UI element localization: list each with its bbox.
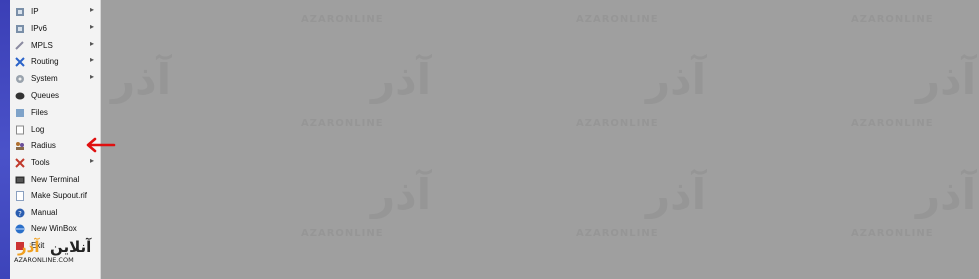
manual-icon: ? — [14, 207, 26, 219]
watermark: آذر — [916, 55, 977, 104]
watermark-caption: AZARONLINE — [301, 14, 384, 25]
svg-text:آذر: آذر — [17, 238, 40, 256]
files-icon — [14, 107, 26, 119]
menu-item-ip[interactable]: IP ▸ — [14, 4, 100, 19]
submenu-arrow-icon: ▸ — [89, 72, 94, 81]
watermark: آذر — [916, 170, 977, 219]
menu-item-routing[interactable]: Routing ▸ — [14, 54, 100, 69]
menu-item-log[interactable]: Log — [14, 122, 100, 137]
menu-item-new-terminal[interactable]: New Terminal — [14, 172, 100, 187]
watermark: آذر — [646, 55, 707, 104]
menu-item-files[interactable]: Files — [14, 105, 100, 120]
submenu-arrow-icon: ▸ — [89, 156, 94, 165]
radius-icon — [14, 140, 26, 152]
workspace-area: آذر آذر آذر آذر آذر آذر آذر AZARONLINE A… — [101, 0, 979, 279]
menu-item-label: Queues — [31, 91, 60, 100]
menu-item-label: Manual — [31, 208, 58, 217]
mpls-icon — [14, 40, 26, 52]
menu-item-mpls[interactable]: MPLS ▸ — [14, 38, 100, 53]
log-icon — [14, 124, 26, 136]
menu-item-label: Radius — [31, 141, 56, 150]
menu-item-label: IPv6 — [31, 24, 48, 33]
menu-item-label: Files — [31, 108, 48, 117]
menu-item-queues[interactable]: Queues — [14, 88, 100, 103]
watermark-caption: AZARONLINE — [301, 228, 384, 239]
submenu-arrow-icon: ▸ — [89, 55, 94, 64]
queues-icon — [14, 90, 26, 102]
submenu-arrow-icon: ▸ — [89, 39, 94, 48]
system-icon — [14, 73, 26, 85]
svg-text:?: ? — [18, 210, 22, 218]
ipv6-icon — [14, 23, 26, 35]
menu-item-label: Make Supout.rif — [31, 191, 88, 200]
menu-item-label: Routing — [31, 57, 59, 66]
window-side-strip — [0, 0, 10, 279]
azaronline-logo: آذر آنلاین AZARONLINE.COM — [10, 235, 115, 265]
menu-item-tools[interactable]: Tools ▸ — [14, 155, 100, 170]
watermark-caption: AZARONLINE — [576, 118, 659, 129]
watermark-caption: AZARONLINE — [851, 228, 934, 239]
svg-text:آنلاین: آنلاین — [50, 238, 92, 256]
menu-item-new-winbox[interactable]: New WinBox — [14, 221, 100, 236]
menu-item-system[interactable]: System ▸ — [14, 71, 100, 86]
menu-item-label: MPLS — [31, 41, 53, 50]
winbox-icon — [14, 223, 26, 235]
menu-item-label: Tools — [31, 158, 50, 167]
watermark: آذر — [646, 170, 707, 219]
tools-icon — [14, 157, 26, 169]
menu-item-label: New WinBox — [31, 224, 77, 233]
menu-item-label: Log — [31, 125, 45, 134]
watermark-caption: AZARONLINE — [576, 14, 659, 25]
watermark-caption: AZARONLINE — [301, 118, 384, 129]
submenu-arrow-icon: ▸ — [89, 22, 94, 31]
menu-item-make-supout[interactable]: Make Supout.rif — [14, 188, 100, 203]
ip-icon — [14, 6, 26, 18]
menu-item-label: System — [31, 74, 58, 83]
svg-text:AZARONLINE.COM: AZARONLINE.COM — [14, 256, 74, 264]
supout-icon — [14, 190, 26, 202]
menu-item-label: IP — [31, 7, 39, 16]
watermark: آذر — [111, 55, 172, 104]
routing-icon — [14, 56, 26, 68]
menu-item-ipv6[interactable]: IPv6 ▸ — [14, 21, 100, 36]
watermark: آذر — [371, 55, 432, 104]
menu-item-manual[interactable]: ? Manual — [14, 205, 100, 220]
watermark-caption: AZARONLINE — [851, 14, 934, 25]
menu-item-label: New Terminal — [31, 175, 80, 184]
submenu-arrow-icon: ▸ — [89, 5, 94, 14]
watermark-caption: AZARONLINE — [851, 118, 934, 129]
terminal-icon — [14, 174, 26, 186]
watermark-caption: AZARONLINE — [576, 228, 659, 239]
watermark: آذر — [371, 170, 432, 219]
red-arrow-icon — [86, 137, 116, 153]
